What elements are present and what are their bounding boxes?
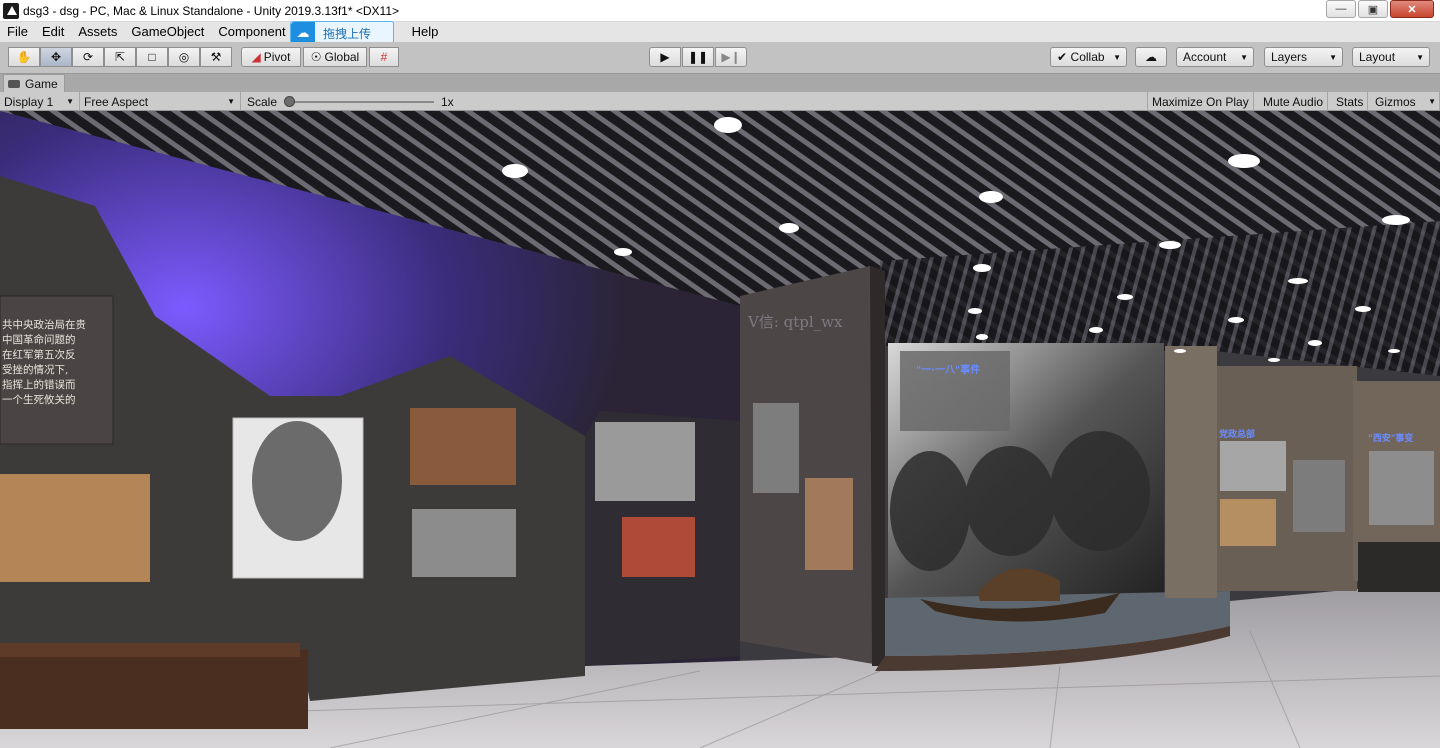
step-icon[interactable]: ▶❙ [715,47,747,67]
exhibit-caption-main: "一·一八"事件 [916,365,981,376]
game-controller-icon [8,79,20,88]
move-tool-icon[interactable]: ✥ [40,47,72,67]
rotate-tool-icon[interactable]: ⟳ [72,47,104,67]
layout-dropdown[interactable]: Layout ▼ [1352,47,1430,67]
collab-check-icon: ✔ [1057,50,1068,64]
layout-label: Layout [1359,50,1396,64]
chevron-down-icon: ▼ [227,97,235,106]
chevron-down-icon: ▼ [66,97,74,106]
plaque-line: 一个生死攸关的 [2,394,76,406]
unity-logo-icon [3,2,19,19]
menu-help[interactable]: Help [405,22,446,42]
scale-tool-icon[interactable]: ⇱ [104,47,136,67]
menu-bar: File Edit Assets GameObject Component He… [0,22,1440,42]
menu-assets[interactable]: Assets [71,22,124,42]
play-icon[interactable]: ▶ [649,47,681,67]
maximize-label: Maximize On Play [1152,94,1249,109]
scale-value: 1x [441,94,454,109]
scale-label: Scale [247,94,278,109]
stats-label: Stats [1336,94,1364,109]
pivot-button[interactable]: ◢ Pivot [241,47,301,67]
wall-plaque-text: 共中央政治局在贵 中国革命问题的 在红军第五次反 受挫的情况下, 指挥上的错误而… [2,318,86,408]
maximize-icon[interactable]: ▣ [1358,0,1388,18]
plaque-line: 共中央政治局在贵 [2,319,86,331]
tab-game-label: Game [25,76,58,91]
maximize-on-play-toggle[interactable]: Maximize On Play [1147,92,1254,111]
mute-label: Mute Audio [1263,94,1324,109]
plaque-line: 中国革命问题的 [2,334,76,346]
game-view-toolbar: Display 1 ▼ Free Aspect ▼ Scale 1x Maximiz… [0,92,1440,111]
main-toolbar: ✋ ✥ ⟳ ⇱ □ ◎ ⚒ ◢ Pivot ☉ Global # ▶ ❚❚ ▶❙ ✔… [0,42,1440,74]
account-dropdown[interactable]: Account ▼ [1176,47,1254,67]
scale-slider-handle[interactable] [284,96,295,107]
aspect-dropdown[interactable]: Free Aspect ▼ [80,92,241,111]
hand-tool-icon[interactable]: ✋ [8,47,40,67]
cloud-upload-icon: ☁ [291,22,315,44]
game-viewport[interactable]: 共中央政治局在贵 中国革命问题的 在红军第五次反 受挫的情况下, 指挥上的错误而… [0,111,1440,748]
account-label: Account [1183,50,1227,64]
chevron-down-icon: ▼ [1113,52,1121,62]
chevron-down-icon: ▼ [1240,52,1248,62]
tab-strip: Game [0,74,1440,92]
watermark-text: V信: qtpl_wx [748,313,843,331]
display-label: Display 1 [4,94,54,109]
gizmos-label: Gizmos [1375,94,1416,109]
collab-dropdown[interactable]: ✔ Collab ▼ [1050,47,1127,67]
global-label: Global [324,50,360,64]
layers-label: Layers [1271,50,1308,64]
plaque-line: 指挥上的错误而 [2,379,76,391]
rect-tool-icon[interactable]: □ [136,47,168,67]
gizmos-dropdown[interactable]: Gizmos ▼ [1371,92,1440,111]
transform-tool-icon[interactable]: ◎ [168,47,200,67]
window-controls: — ▣ ✕ [1324,0,1434,18]
global-button[interactable]: ☉ Global [303,47,367,67]
title-bar: dsg3 - dsg - PC, Mac & Linux Standalone … [0,0,1440,22]
pivot-icon: ◢ [251,50,261,64]
grid-snap-icon[interactable]: # [369,47,399,67]
chevron-down-icon: ▼ [1428,97,1436,106]
layers-dropdown[interactable]: Layers ▼ [1264,47,1343,67]
plaque-line: 受挫的情况下, [2,364,69,376]
tab-game[interactable]: Game [3,74,65,92]
cloud-icon[interactable]: ☁ [1135,47,1167,67]
upload-label: 拖拽上传 [323,26,372,41]
pause-icon[interactable]: ❚❚ [682,47,714,67]
window-title: dsg3 - dsg - PC, Mac & Linux Standalone … [23,3,399,18]
menu-gameobject[interactable]: GameObject [124,22,211,42]
custom-tool-icon[interactable]: ⚒ [200,47,232,67]
menu-component[interactable]: Component [211,22,292,42]
plaque-line: 在红军第五次反 [2,349,76,361]
aspect-label: Free Aspect [84,94,149,109]
chevron-down-icon: ▼ [1329,52,1337,62]
stats-toggle[interactable]: Stats [1332,92,1369,111]
menu-edit[interactable]: Edit [35,22,71,42]
chevron-down-icon: ▼ [1416,52,1424,62]
collab-label: Collab [1070,50,1105,64]
minimize-icon[interactable]: — [1326,0,1356,18]
mute-audio-toggle[interactable]: Mute Audio [1259,92,1329,111]
exhibit-caption-right2: "西安"事变 [1368,434,1414,444]
exhibit-caption-right1: 党政总部 [1219,430,1256,440]
globe-icon: ☉ [310,50,322,64]
display-dropdown[interactable]: Display 1 ▼ [0,92,80,111]
pivot-label: Pivot [263,50,291,64]
close-icon[interactable]: ✕ [1390,0,1434,18]
scale-slider-track[interactable] [286,101,434,103]
menu-file[interactable]: File [0,22,35,42]
